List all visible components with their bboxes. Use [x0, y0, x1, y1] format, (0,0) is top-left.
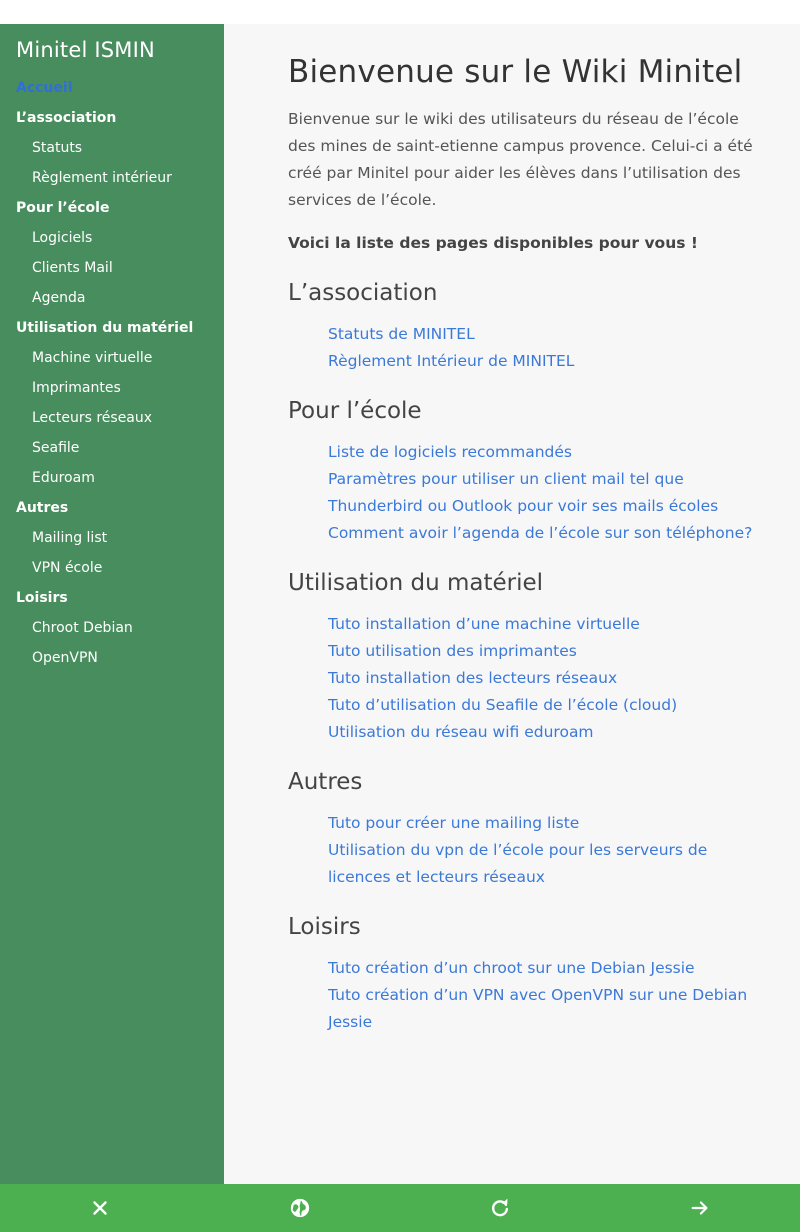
sidebar-item-vpn-ecole[interactable]: VPN école [0, 553, 224, 583]
list-item: Utilisation du réseau wifi eduroam [328, 719, 768, 746]
list-item: Tuto d’utilisation du Seafile de l’école… [328, 692, 768, 719]
sidebar-item-l-association[interactable]: L’association [0, 103, 224, 133]
close-button[interactable] [0, 1184, 200, 1232]
open-in-browser-button[interactable] [200, 1184, 400, 1232]
section-link-list: Liste de logiciels recommandés Paramètres… [288, 439, 768, 547]
list-item: Paramètres pour utiliser un client mail … [328, 466, 768, 520]
list-item: Tuto pour créer une mailing liste [328, 810, 768, 837]
sidebar-item-agenda[interactable]: Agenda [0, 283, 224, 313]
bottom-toolbar [0, 1184, 800, 1232]
list-item: Tuto création d’un chroot sur une Debian… [328, 955, 768, 982]
list-item: Tuto création d’un VPN avec OpenVPN sur … [328, 982, 768, 1036]
page-link[interactable]: Tuto pour créer une mailing liste [328, 814, 579, 832]
page-link[interactable]: Utilisation du réseau wifi eduroam [328, 723, 594, 741]
sidebar-item-imprimantes[interactable]: Imprimantes [0, 373, 224, 403]
sidebar-item-statuts[interactable]: Statuts [0, 133, 224, 163]
list-item: Comment avoir l’agenda de l’école sur so… [328, 520, 768, 547]
list-item: Tuto installation d’une machine virtuell… [328, 611, 768, 638]
close-icon [93, 1201, 107, 1215]
intro-paragraph: Bienvenue sur le wiki des utilisateurs d… [288, 110, 753, 209]
sidebar-item-reglement-interieur[interactable]: Règlement intérieur [0, 163, 224, 193]
section-heading-loisirs: Loisirs [288, 914, 361, 940]
list-item: Liste de logiciels recommandés [328, 439, 768, 466]
refresh-icon [491, 1198, 509, 1217]
site-title[interactable]: Minitel ISMIN [16, 38, 155, 62]
page-link[interactable]: Comment avoir l’agenda de l’école sur so… [328, 524, 752, 542]
sidebar-item-logiciels[interactable]: Logiciels [0, 223, 224, 253]
list-item: Tuto utilisation des imprimantes [328, 638, 768, 665]
sidebar-item-mailing-list[interactable]: Mailing list [0, 523, 224, 553]
sidebar-item-openvpn[interactable]: OpenVPN [0, 643, 224, 673]
page-link[interactable]: Tuto création d’un VPN avec OpenVPN sur … [328, 986, 747, 1031]
page-link[interactable]: Tuto création d’un chroot sur une Debian… [328, 959, 695, 977]
section-link-list: Tuto installation d’une machine virtuell… [288, 611, 768, 746]
section-link-list: Tuto pour créer une mailing liste Utilisa… [288, 810, 768, 891]
page-title: Bienvenue sur le Wiki Minitel [288, 54, 743, 90]
main-content: Bienvenue sur le Wiki Minitel Bienvenue … [288, 24, 768, 1036]
page-link[interactable]: Tuto installation des lecteurs réseaux [328, 669, 617, 687]
section-link-list: Statuts de MINITEL Règlement Intérieur de… [288, 321, 768, 375]
section-link-list: Tuto création d’un chroot sur une Debian… [288, 955, 768, 1036]
page-link[interactable]: Tuto installation d’une machine virtuell… [328, 615, 640, 633]
sidebar-item-seafile[interactable]: Seafile [0, 433, 224, 463]
page-link[interactable]: Tuto utilisation des imprimantes [328, 642, 577, 660]
list-item: Utilisation du vpn de l’école pour les s… [328, 837, 768, 891]
sidebar-item-accueil[interactable]: Accueil [0, 73, 224, 103]
pages-list-lead: Voici la liste des pages disponibles pou… [288, 234, 698, 252]
sidebar-item-loisirs[interactable]: Loisirs [0, 583, 224, 613]
globe-icon [290, 1198, 310, 1218]
page-link[interactable]: Liste de logiciels recommandés [328, 443, 572, 461]
sections-container: L’association Statuts de MINITEL Règlement… [288, 277, 768, 1036]
sidebar-item-pour-l-ecole[interactable]: Pour l’école [0, 193, 224, 223]
arrow-forward-icon [691, 1201, 708, 1215]
refresh-button[interactable] [400, 1184, 600, 1232]
sidebar-item-machine-virtuelle[interactable]: Machine virtuelle [0, 343, 224, 373]
page-link[interactable]: Statuts de MINITEL [328, 325, 475, 343]
list-item: Règlement Intérieur de MINITEL [328, 348, 768, 375]
section-heading-autres: Autres [288, 769, 363, 795]
sidebar: Minitel ISMIN Accueil L’association Statut… [0, 24, 224, 1184]
section-heading-l-association: L’association [288, 280, 438, 306]
sidebar-item-clients-mail[interactable]: Clients Mail [0, 253, 224, 283]
forward-button[interactable] [600, 1184, 800, 1232]
sidebar-item-lecteurs-reseaux[interactable]: Lecteurs réseaux [0, 403, 224, 433]
page-link[interactable]: Tuto d’utilisation du Seafile de l’école… [328, 696, 677, 714]
page-link[interactable]: Paramètres pour utiliser un client mail … [328, 470, 718, 515]
list-item: Tuto installation des lecteurs réseaux [328, 665, 768, 692]
page-link[interactable]: Règlement Intérieur de MINITEL [328, 352, 574, 370]
sidebar-nav: Accueil L’association Statuts Règlement int… [0, 73, 224, 673]
section-heading-pour-l-ecole: Pour l’école [288, 398, 422, 424]
section-heading-utilisation-du-materiel: Utilisation du matériel [288, 570, 544, 596]
sidebar-item-chroot-debian[interactable]: Chroot Debian [0, 613, 224, 643]
page-link[interactable]: Utilisation du vpn de l’école pour les s… [328, 841, 707, 886]
sidebar-item-eduroam[interactable]: Eduroam [0, 463, 224, 493]
list-item: Statuts de MINITEL [328, 321, 768, 348]
top-strip [0, 0, 800, 24]
sidebar-item-autres[interactable]: Autres [0, 493, 224, 523]
sidebar-item-utilisation-du-materiel[interactable]: Utilisation du matériel [0, 313, 224, 343]
